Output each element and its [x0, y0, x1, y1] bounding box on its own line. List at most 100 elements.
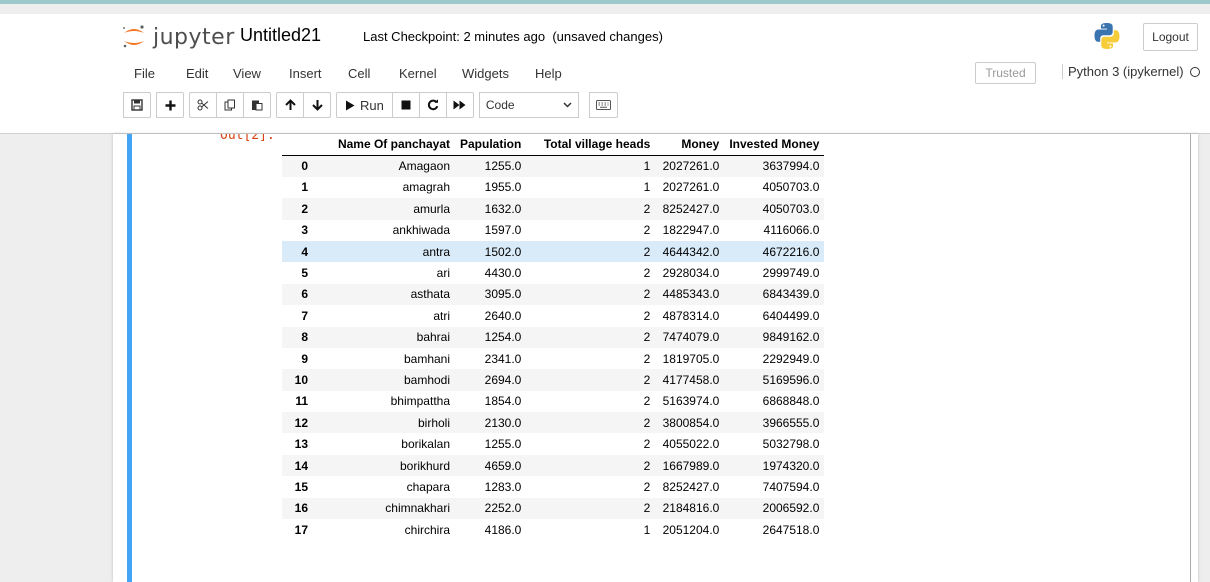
cell-invested-money: 9849162.0 — [762, 330, 820, 345]
cell-village-heads: 2 — [643, 394, 651, 409]
cell-village-heads: 1 — [643, 522, 651, 537]
row-index: 10 — [294, 372, 308, 387]
kernel-name[interactable]: Python 3 (ipykernel) — [1062, 64, 1200, 79]
jupyter-logo[interactable]: jupyter — [121, 20, 235, 54]
cell-village-heads: 2 — [643, 266, 651, 281]
cell-village-heads: 2 — [643, 501, 651, 516]
paste-button[interactable] — [243, 92, 271, 118]
run-label: Run — [360, 97, 384, 113]
table-row: 2 amurla 1632.0 2 8252427.0 4050703.0 — [282, 198, 825, 220]
table-row: 7 atri 2640.0 2 4878314.0 6404499.0 — [282, 305, 824, 326]
notebook-title[interactable]: Untitled21 — [240, 25, 321, 46]
cell-invested-money: 4050703.0 — [762, 180, 820, 195]
cell-type-value: Code — [485, 98, 515, 112]
table-row: 8 bahrai 1254.0 2 7474079.0 9849162.0 — [282, 326, 825, 348]
row-index: 5 — [301, 266, 308, 281]
cell-population: 4659.0 — [484, 458, 522, 473]
cell-population: 1254.0 — [484, 330, 522, 345]
menu-widgets[interactable]: Widgets — [462, 66, 509, 81]
restart-icon — [427, 99, 439, 111]
interrupt-button[interactable] — [391, 92, 420, 118]
cell-name: atri — [433, 308, 450, 323]
cell-invested-money: 3966555.0 — [762, 415, 820, 430]
cell-name: bahrai — [416, 330, 450, 345]
table-row: 16 chimnakhari 2252.0 2 2184816.0 2006592.0 — [282, 497, 825, 520]
cell-village-heads: 1 — [643, 180, 651, 195]
menu-cell[interactable]: Cell — [348, 66, 370, 81]
restart-button[interactable] — [418, 92, 447, 118]
restart-run-all-button[interactable] — [445, 92, 474, 118]
cell-invested-money: 4672216.0 — [762, 244, 820, 259]
cell-invested-money: 6843439.0 — [762, 287, 820, 302]
move-up-button[interactable] — [276, 92, 304, 118]
column-header-village-heads: Total village heads — [526, 134, 656, 156]
menu-view[interactable]: View — [233, 66, 261, 81]
column-header-invested-money: Invested Money — [724, 134, 825, 156]
row-index: 13 — [294, 437, 308, 452]
save-button[interactable] — [123, 92, 151, 118]
cell-population: 2130.0 — [484, 415, 522, 430]
cell-village-heads: 2 — [643, 437, 651, 452]
kernel-name-label: Python 3 (ipykernel) — [1068, 64, 1184, 79]
logout-button[interactable]: Logout — [1143, 23, 1198, 51]
copy-button[interactable] — [216, 92, 244, 118]
menu-file[interactable]: File — [134, 66, 155, 81]
cell-name: asthata — [410, 287, 450, 302]
run-button[interactable]: Run — [336, 92, 393, 118]
menu-edit[interactable]: Edit — [186, 66, 208, 81]
cell-invested-money: 2647518.0 — [762, 522, 820, 537]
arrow-down-icon — [311, 100, 323, 111]
output-prompt: Out[2]: — [220, 134, 275, 143]
menu-insert[interactable]: Insert — [289, 66, 322, 81]
cell-population: 1955.0 — [484, 180, 522, 195]
cell-name: borikalan — [401, 437, 450, 452]
notebook-container: Out[2]: Name Of panchayat Papulation Tot… — [113, 134, 1198, 582]
cell-village-heads: 2 — [643, 479, 651, 494]
cell-money: 3800854.0 — [662, 415, 720, 430]
cell-village-heads: 2 — [643, 415, 651, 430]
output-cell[interactable]: Out[2]: Name Of panchayat Papulation Tot… — [132, 134, 1191, 582]
cell-invested-money: 7407594.0 — [762, 479, 820, 494]
run-icon — [346, 100, 355, 110]
cell-money: 4485343.0 — [662, 287, 720, 302]
cell-money: 4177458.0 — [662, 372, 720, 387]
column-header-index — [282, 134, 313, 156]
menu-help[interactable]: Help — [535, 66, 562, 81]
save-icon — [131, 99, 143, 111]
row-index: 2 — [301, 201, 308, 216]
cell-invested-money: 5169596.0 — [762, 372, 820, 387]
cell-invested-money: 4050703.0 — [762, 201, 820, 216]
cell-money: 4644342.0 — [662, 244, 720, 259]
cell-money: 4878314.0 — [662, 308, 720, 323]
column-header-name: Name Of panchayat — [313, 134, 455, 156]
table-row: 11 bhimpattha 1854.0 2 5163974.0 6868848.0 — [282, 391, 824, 412]
cell-invested-money: 4116066.0 — [763, 223, 820, 238]
cell-invested-money: 1974320.0 — [762, 458, 820, 473]
menu-kernel[interactable]: Kernel — [399, 66, 437, 81]
cell-type-select[interactable]: Code — [478, 92, 579, 118]
cell-village-heads: 1 — [643, 159, 651, 174]
table-row: 12 birholi 2130.0 2 3800854.0 3966555.0 — [282, 412, 825, 434]
move-down-button[interactable] — [303, 92, 331, 118]
cell-population: 1255.0 — [484, 437, 522, 452]
insert-cell-button[interactable] — [156, 92, 184, 118]
kernel-idle-icon — [1189, 67, 1200, 77]
command-palette-button[interactable] — [588, 92, 618, 118]
table-row: 5 ari 4430.0 2 2928034.0 2999749.0 — [282, 262, 824, 283]
cell-village-heads: 2 — [643, 223, 651, 238]
window-top-border — [0, 0, 1210, 14]
cell-money: 1822947.0 — [662, 223, 720, 238]
cut-button[interactable] — [189, 92, 217, 118]
cell-population: 2252.0 — [484, 501, 522, 516]
autosave-status: (unsaved changes) — [552, 29, 663, 44]
cell-name: birholi — [417, 415, 450, 430]
trusted-indicator[interactable]: Trusted — [975, 62, 1036, 84]
cell-name: ari — [436, 266, 450, 281]
notebook-header: jupyter Untitled21 Last Checkpoint: 2 mi… — [0, 14, 1210, 134]
row-index: 15 — [294, 479, 308, 494]
cell-population: 1632.0 — [484, 201, 522, 216]
cell-village-heads: 2 — [643, 458, 651, 473]
keyboard-icon — [595, 100, 611, 110]
cell-name: bamhodi — [403, 372, 450, 387]
table-row: 15 chapara 1283.0 2 8252427.0 7407594.0 — [282, 476, 824, 497]
